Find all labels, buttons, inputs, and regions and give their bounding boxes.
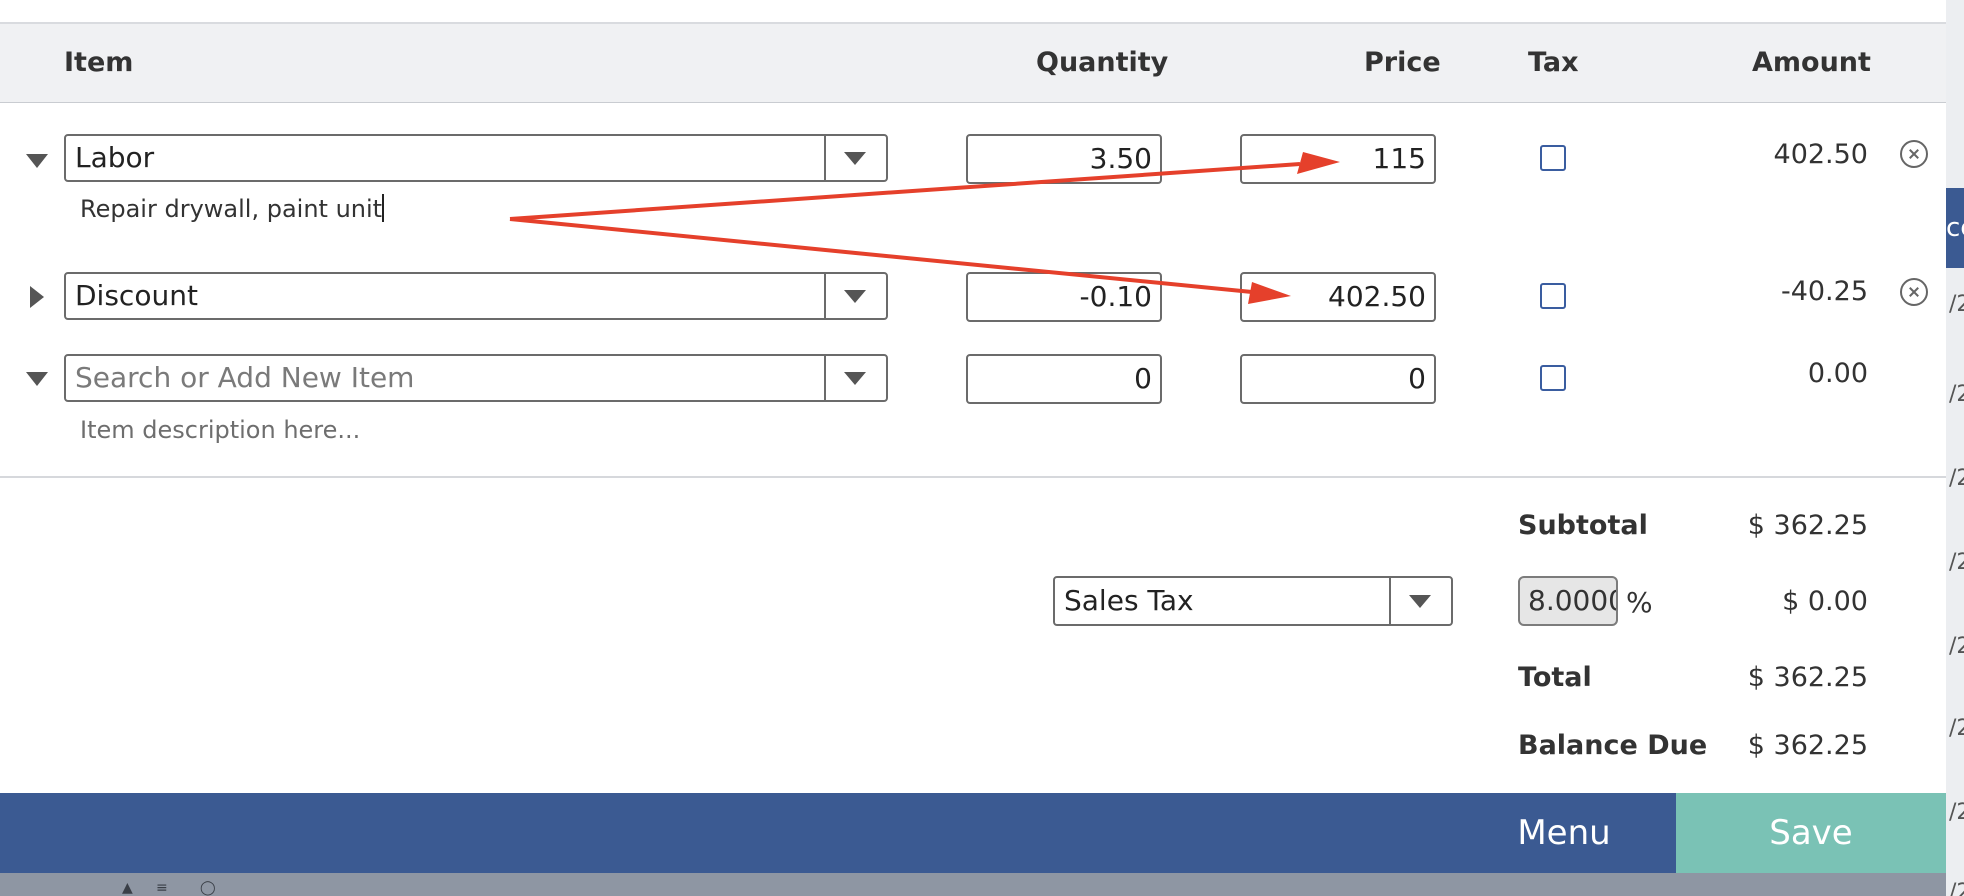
total-label: Total xyxy=(1518,662,1592,693)
chevron-down-icon xyxy=(1409,595,1431,608)
column-header-amount: Amount xyxy=(1752,47,1871,78)
percent-sign: % xyxy=(1626,586,1653,619)
column-header-tax: Tax xyxy=(1528,47,1579,78)
background-text-fragment: /2 xyxy=(1949,716,1964,741)
price-input[interactable]: 0 xyxy=(1240,354,1436,404)
item-select-value: Discount xyxy=(75,279,198,312)
chevron-down-icon xyxy=(844,152,866,165)
sales-tax-dropdown-button[interactable] xyxy=(1389,578,1451,624)
column-header-price: Price xyxy=(1364,47,1441,78)
subtotal-value: $ 362.25 xyxy=(1747,510,1868,541)
items-table-header: Item Quantity Price Tax Amount xyxy=(0,24,1946,103)
row-amount: 0.00 xyxy=(1807,358,1868,389)
text-cursor xyxy=(382,194,385,222)
new-item-search[interactable]: Search or Add New Item xyxy=(64,354,888,402)
item-dropdown-button[interactable] xyxy=(824,356,886,400)
row-amount: -40.25 xyxy=(1780,276,1868,307)
quantity-input[interactable]: -0.10 xyxy=(966,272,1162,322)
background-app-strip: ce /2 /2 /2 /2 /2 /2 /2 /2 xyxy=(1946,0,1964,896)
remove-row-icon[interactable] xyxy=(1900,140,1928,168)
triangle-down-icon xyxy=(26,372,48,386)
quantity-input[interactable]: 3.50 xyxy=(966,134,1162,184)
new-item-placeholder: Search or Add New Item xyxy=(75,361,415,394)
item-description-input[interactable]: Item description here... xyxy=(80,416,360,444)
sales-tax-select[interactable]: Sales Tax xyxy=(1053,576,1453,626)
expand-row-toggle[interactable] xyxy=(26,286,48,308)
collapse-row-toggle[interactable] xyxy=(26,150,48,172)
upload-icon: ▲ xyxy=(122,880,133,896)
remove-row-icon[interactable] xyxy=(1900,278,1928,306)
quantity-input[interactable]: 0 xyxy=(966,354,1162,404)
collapse-row-toggle[interactable] xyxy=(26,368,48,390)
row-amount: 402.50 xyxy=(1773,139,1868,170)
item-select[interactable]: Discount xyxy=(64,272,888,320)
item-select-value: Labor xyxy=(75,141,155,174)
menu-button[interactable]: Menu xyxy=(1452,793,1676,873)
list-icon: ≡ xyxy=(156,880,168,896)
column-header-item: Item xyxy=(64,47,134,78)
tax-value: $ 0.00 xyxy=(1782,586,1868,617)
totals-divider xyxy=(0,476,1946,478)
tax-checkbox[interactable] xyxy=(1540,283,1566,309)
column-header-quantity: Quantity xyxy=(1036,47,1169,78)
background-text-fragment: /2 xyxy=(1949,292,1964,317)
price-input[interactable]: 115 xyxy=(1240,134,1436,184)
price-input[interactable]: 402.50 xyxy=(1240,272,1436,322)
chevron-down-icon xyxy=(844,372,866,385)
item-description-input[interactable]: Repair drywall, paint unit xyxy=(80,194,385,223)
item-select[interactable]: Labor xyxy=(64,134,888,182)
tax-checkbox[interactable] xyxy=(1540,365,1566,391)
triangle-right-icon xyxy=(30,286,44,308)
invoice-items-modal: Item Quantity Price Tax Amount Labor 3.5… xyxy=(0,0,1946,873)
background-text-fragment: /2 xyxy=(1949,800,1964,825)
triangle-down-icon xyxy=(26,154,48,168)
balance-due-value: $ 362.25 xyxy=(1747,730,1868,761)
background-app-bottom: ▲ ≡ ◯ xyxy=(0,873,1946,896)
background-text-fragment: /2 xyxy=(1949,466,1964,491)
background-text-fragment: /2 xyxy=(1949,880,1964,896)
tax-rate-input[interactable]: 8.0000 xyxy=(1518,576,1618,626)
background-text-fragment: /2 xyxy=(1949,550,1964,575)
save-button[interactable]: Save xyxy=(1676,793,1946,873)
item-dropdown-button[interactable] xyxy=(824,274,886,318)
item-dropdown-button[interactable] xyxy=(824,136,886,180)
tax-checkbox[interactable] xyxy=(1540,145,1566,171)
help-icon: ◯ xyxy=(200,880,216,896)
background-text-fragment: /2 xyxy=(1949,634,1964,659)
balance-due-label: Balance Due xyxy=(1518,730,1708,761)
background-text-fragment: /2 xyxy=(1949,382,1964,407)
chevron-down-icon xyxy=(844,290,866,303)
subtotal-label: Subtotal xyxy=(1518,510,1648,541)
total-value: $ 362.25 xyxy=(1747,662,1868,693)
sales-tax-select-value: Sales Tax xyxy=(1064,584,1194,617)
background-app-bar: ce xyxy=(1946,188,1964,268)
